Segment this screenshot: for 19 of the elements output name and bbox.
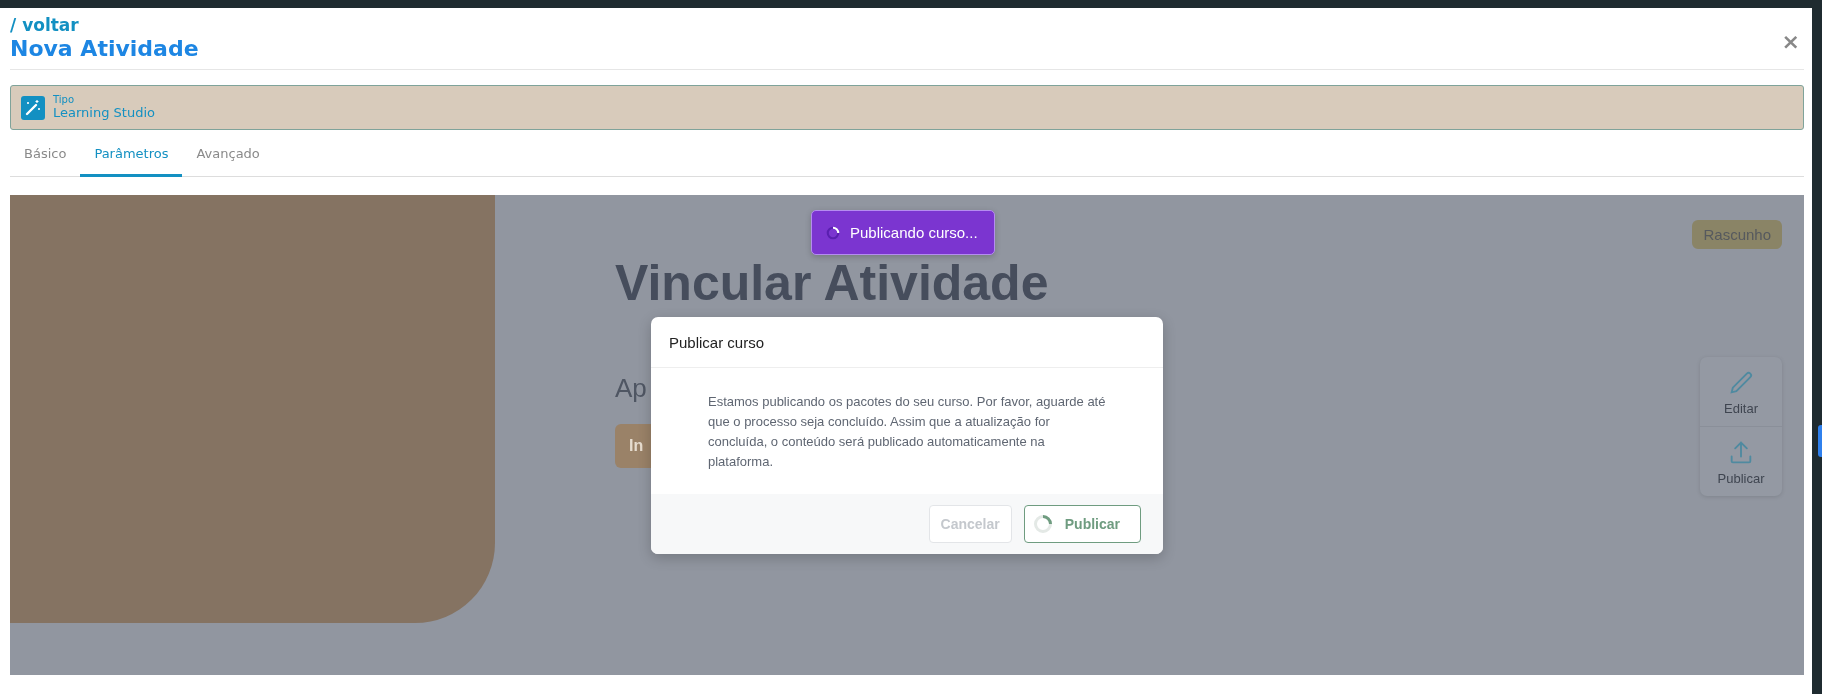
tab[interactable]: Avançado: [182, 134, 274, 177]
action-button[interactable]: Publicar: [1700, 426, 1782, 496]
dialog-message: Estamos publicando os pacotes do seu curso. Por favor, aguarde até que o processo seja concluído. Assim que a atualização for concluída, o conteúdo será publicado automaticamente na plataforma.: [708, 393, 1107, 471]
dialog-button[interactable]: Publicar: [1023, 505, 1141, 543]
action-button[interactable]: Editar: [1700, 357, 1782, 426]
tab[interactable]: Parâmetros: [80, 134, 183, 177]
type-value: Learning Studio: [53, 105, 155, 121]
dialog-title: Publicar curso: [669, 333, 765, 351]
close-button[interactable]: ×: [1777, 29, 1804, 54]
magic-wand-icon: [21, 95, 45, 120]
course-subtitle: Ap: [615, 373, 647, 404]
course-heading: Vincular Atividade: [615, 255, 1049, 311]
toast-text: Publicando curso...: [850, 224, 978, 241]
type-label: Tipo: [53, 94, 76, 105]
page-title: Nova Atividade: [10, 35, 199, 63]
side-handle[interactable]: [1818, 425, 1822, 457]
tab[interactable]: Básico: [10, 134, 81, 177]
back-link[interactable]: / voltar: [10, 15, 199, 35]
pencil-icon: [1727, 369, 1755, 397]
